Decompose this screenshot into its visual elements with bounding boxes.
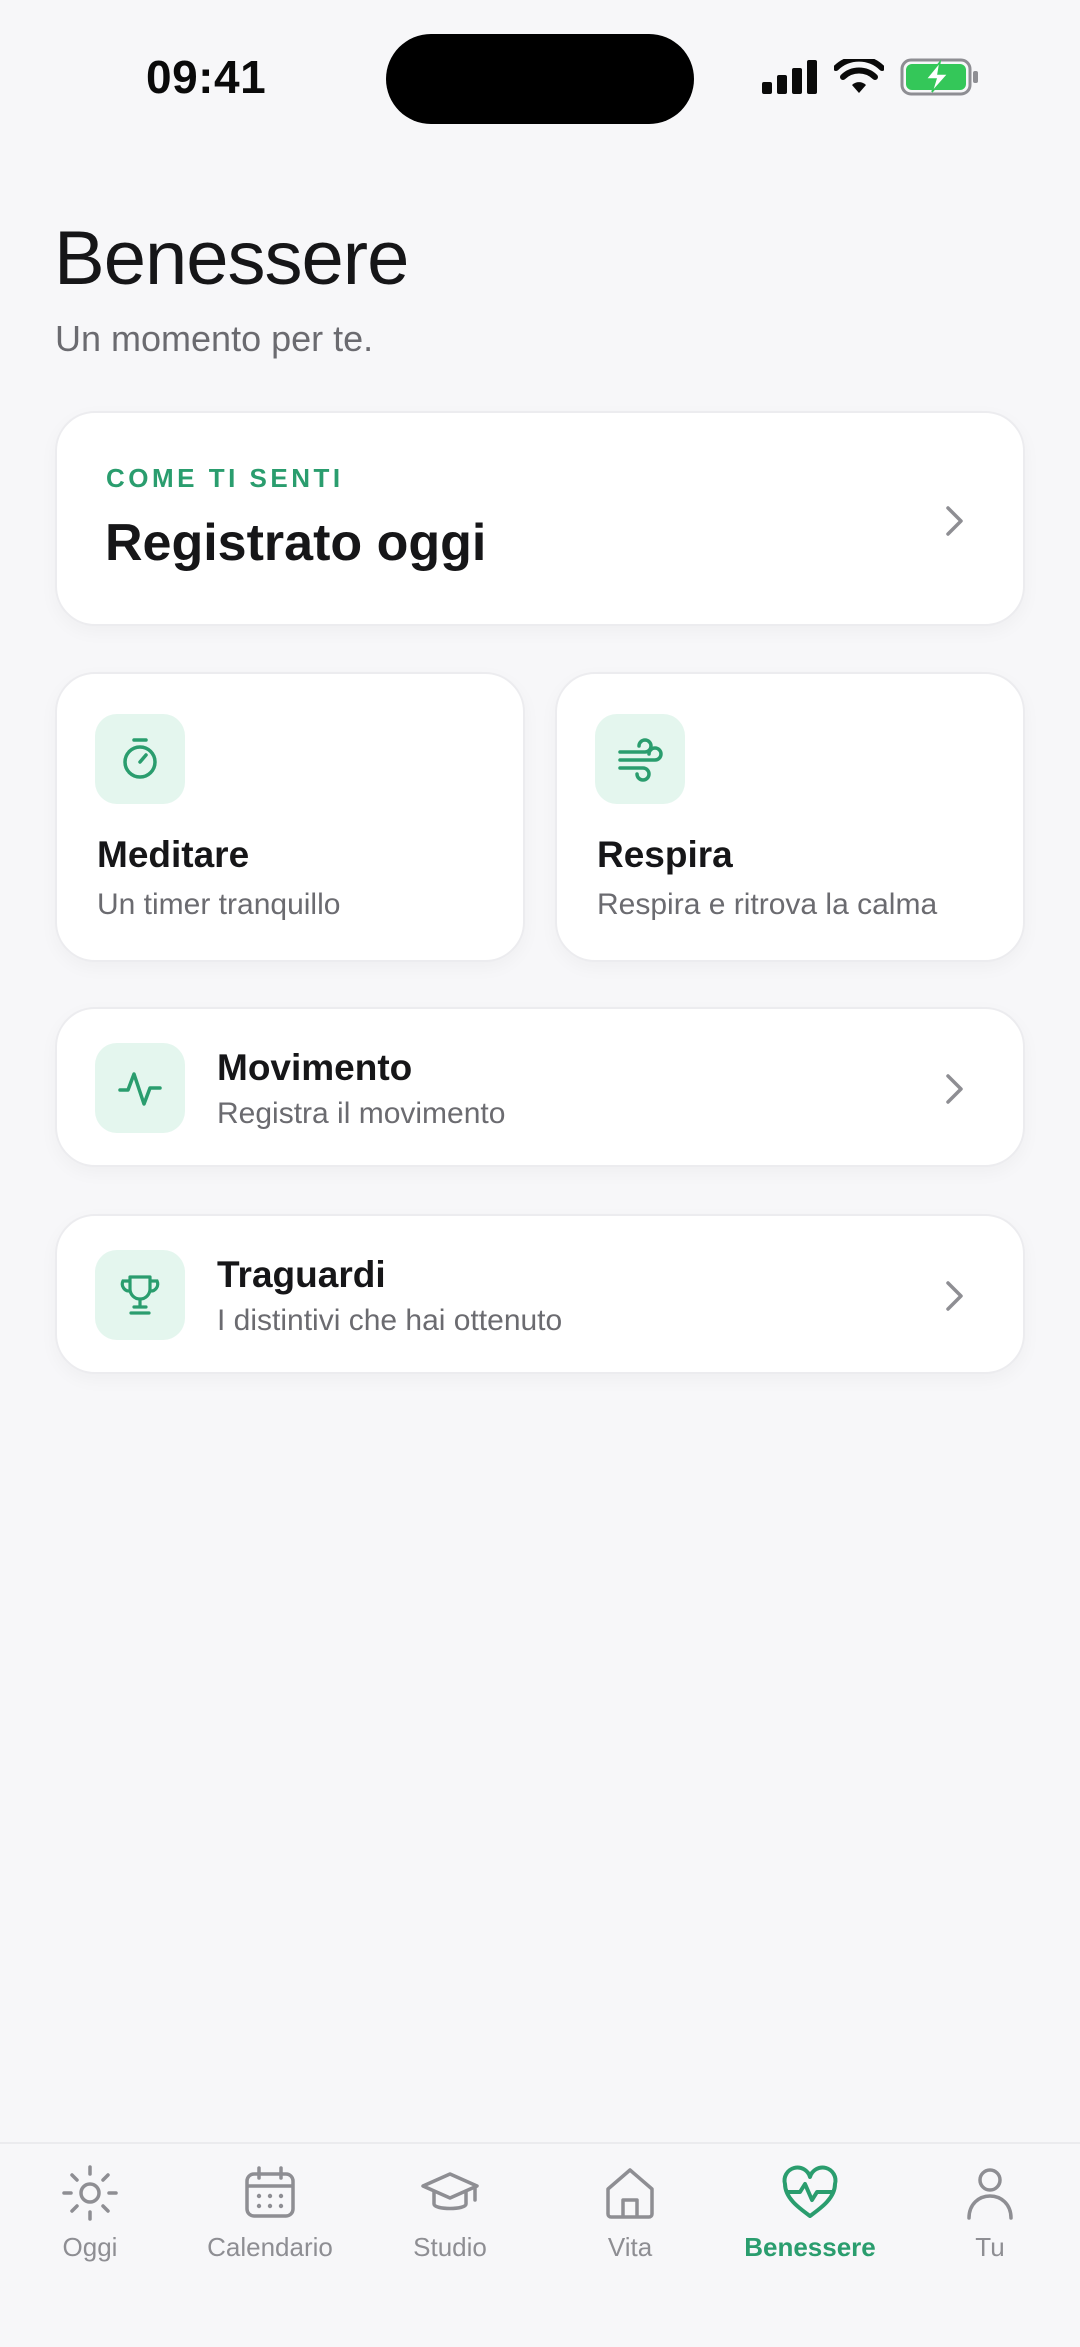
goals-subtitle: I distintivi che hai ottenuto (217, 1304, 563, 1337)
meditate-tile[interactable]: Meditare Un timer tranquillo (55, 672, 525, 962)
meditate-title: Meditare (97, 834, 250, 875)
tab-calendario[interactable]: Calendario (180, 2162, 360, 2263)
battery-charging-icon (900, 58, 978, 96)
activity-icon (118, 1072, 162, 1106)
tab-tu[interactable]: Tu (900, 2162, 1080, 2263)
tab-benessere[interactable]: Benessere (720, 2162, 900, 2263)
status-time: 09:41 (146, 51, 267, 103)
wind-icon (618, 738, 663, 782)
tab-label: Tu (975, 2232, 1005, 2262)
chevron-right-icon (946, 1281, 963, 1311)
mood-status-title: Registrato oggi (105, 514, 487, 572)
meditate-subtitle: Un timer tranquillo (97, 888, 341, 921)
person-icon (967, 2168, 1013, 2220)
chevron-right-icon (946, 506, 963, 536)
heart-pulse-icon (782, 2165, 838, 2218)
mood-checkin-card[interactable]: COME TI SENTI Registrato oggi (55, 411, 1025, 626)
timer-icon-box (95, 714, 185, 804)
home-icon (606, 2168, 654, 2219)
cellular-signal-icon (762, 60, 817, 94)
goals-title: Traguardi (217, 1254, 386, 1295)
wifi-icon (834, 59, 884, 93)
timer-icon (123, 738, 157, 779)
breathe-title: Respira (597, 834, 733, 875)
status-icons (762, 58, 980, 96)
page-subtitle: Un momento per te. (55, 318, 374, 359)
movement-subtitle: Registra il movimento (217, 1097, 506, 1130)
breathe-subtitle: Respira e ritrova la calma (597, 888, 938, 921)
movement-row[interactable]: Movimento Registra il movimento (55, 1007, 1025, 1167)
tab-label: Vita (607, 2232, 653, 2262)
chevron-right-icon (946, 1074, 963, 1104)
trophy-icon (120, 1275, 160, 1315)
tab-label: Studio (413, 2232, 487, 2262)
tab-vita[interactable]: Vita (540, 2162, 720, 2263)
tab-oggi[interactable]: Oggi (0, 2162, 180, 2263)
mood-eyebrow: COME TI SENTI (106, 463, 344, 493)
tab-studio[interactable]: Studio (360, 2162, 540, 2263)
dynamic-island (386, 34, 694, 124)
graduation-cap-icon (421, 2172, 479, 2211)
tab-label: Calendario (207, 2232, 333, 2262)
movement-title: Movimento (217, 1047, 413, 1088)
breathe-tile[interactable]: Respira Respira e ritrova la calma (555, 672, 1025, 962)
tab-label: Oggi (62, 2232, 118, 2262)
trophy-icon-box (95, 1250, 185, 1340)
wind-icon-box (595, 714, 685, 804)
activity-icon-box (95, 1043, 185, 1133)
tab-bar: Oggi Calendario Studio Vita Benessere Tu (0, 2142, 1080, 2347)
tab-label: Benessere (744, 2232, 876, 2262)
calendar-icon (245, 2166, 295, 2218)
status-bar: 09:41 (0, 0, 1080, 160)
page-title: Benessere (54, 216, 409, 301)
goals-row[interactable]: Traguardi I distintivi che hai ottenuto (55, 1214, 1025, 1374)
sun-icon (62, 2165, 118, 2221)
